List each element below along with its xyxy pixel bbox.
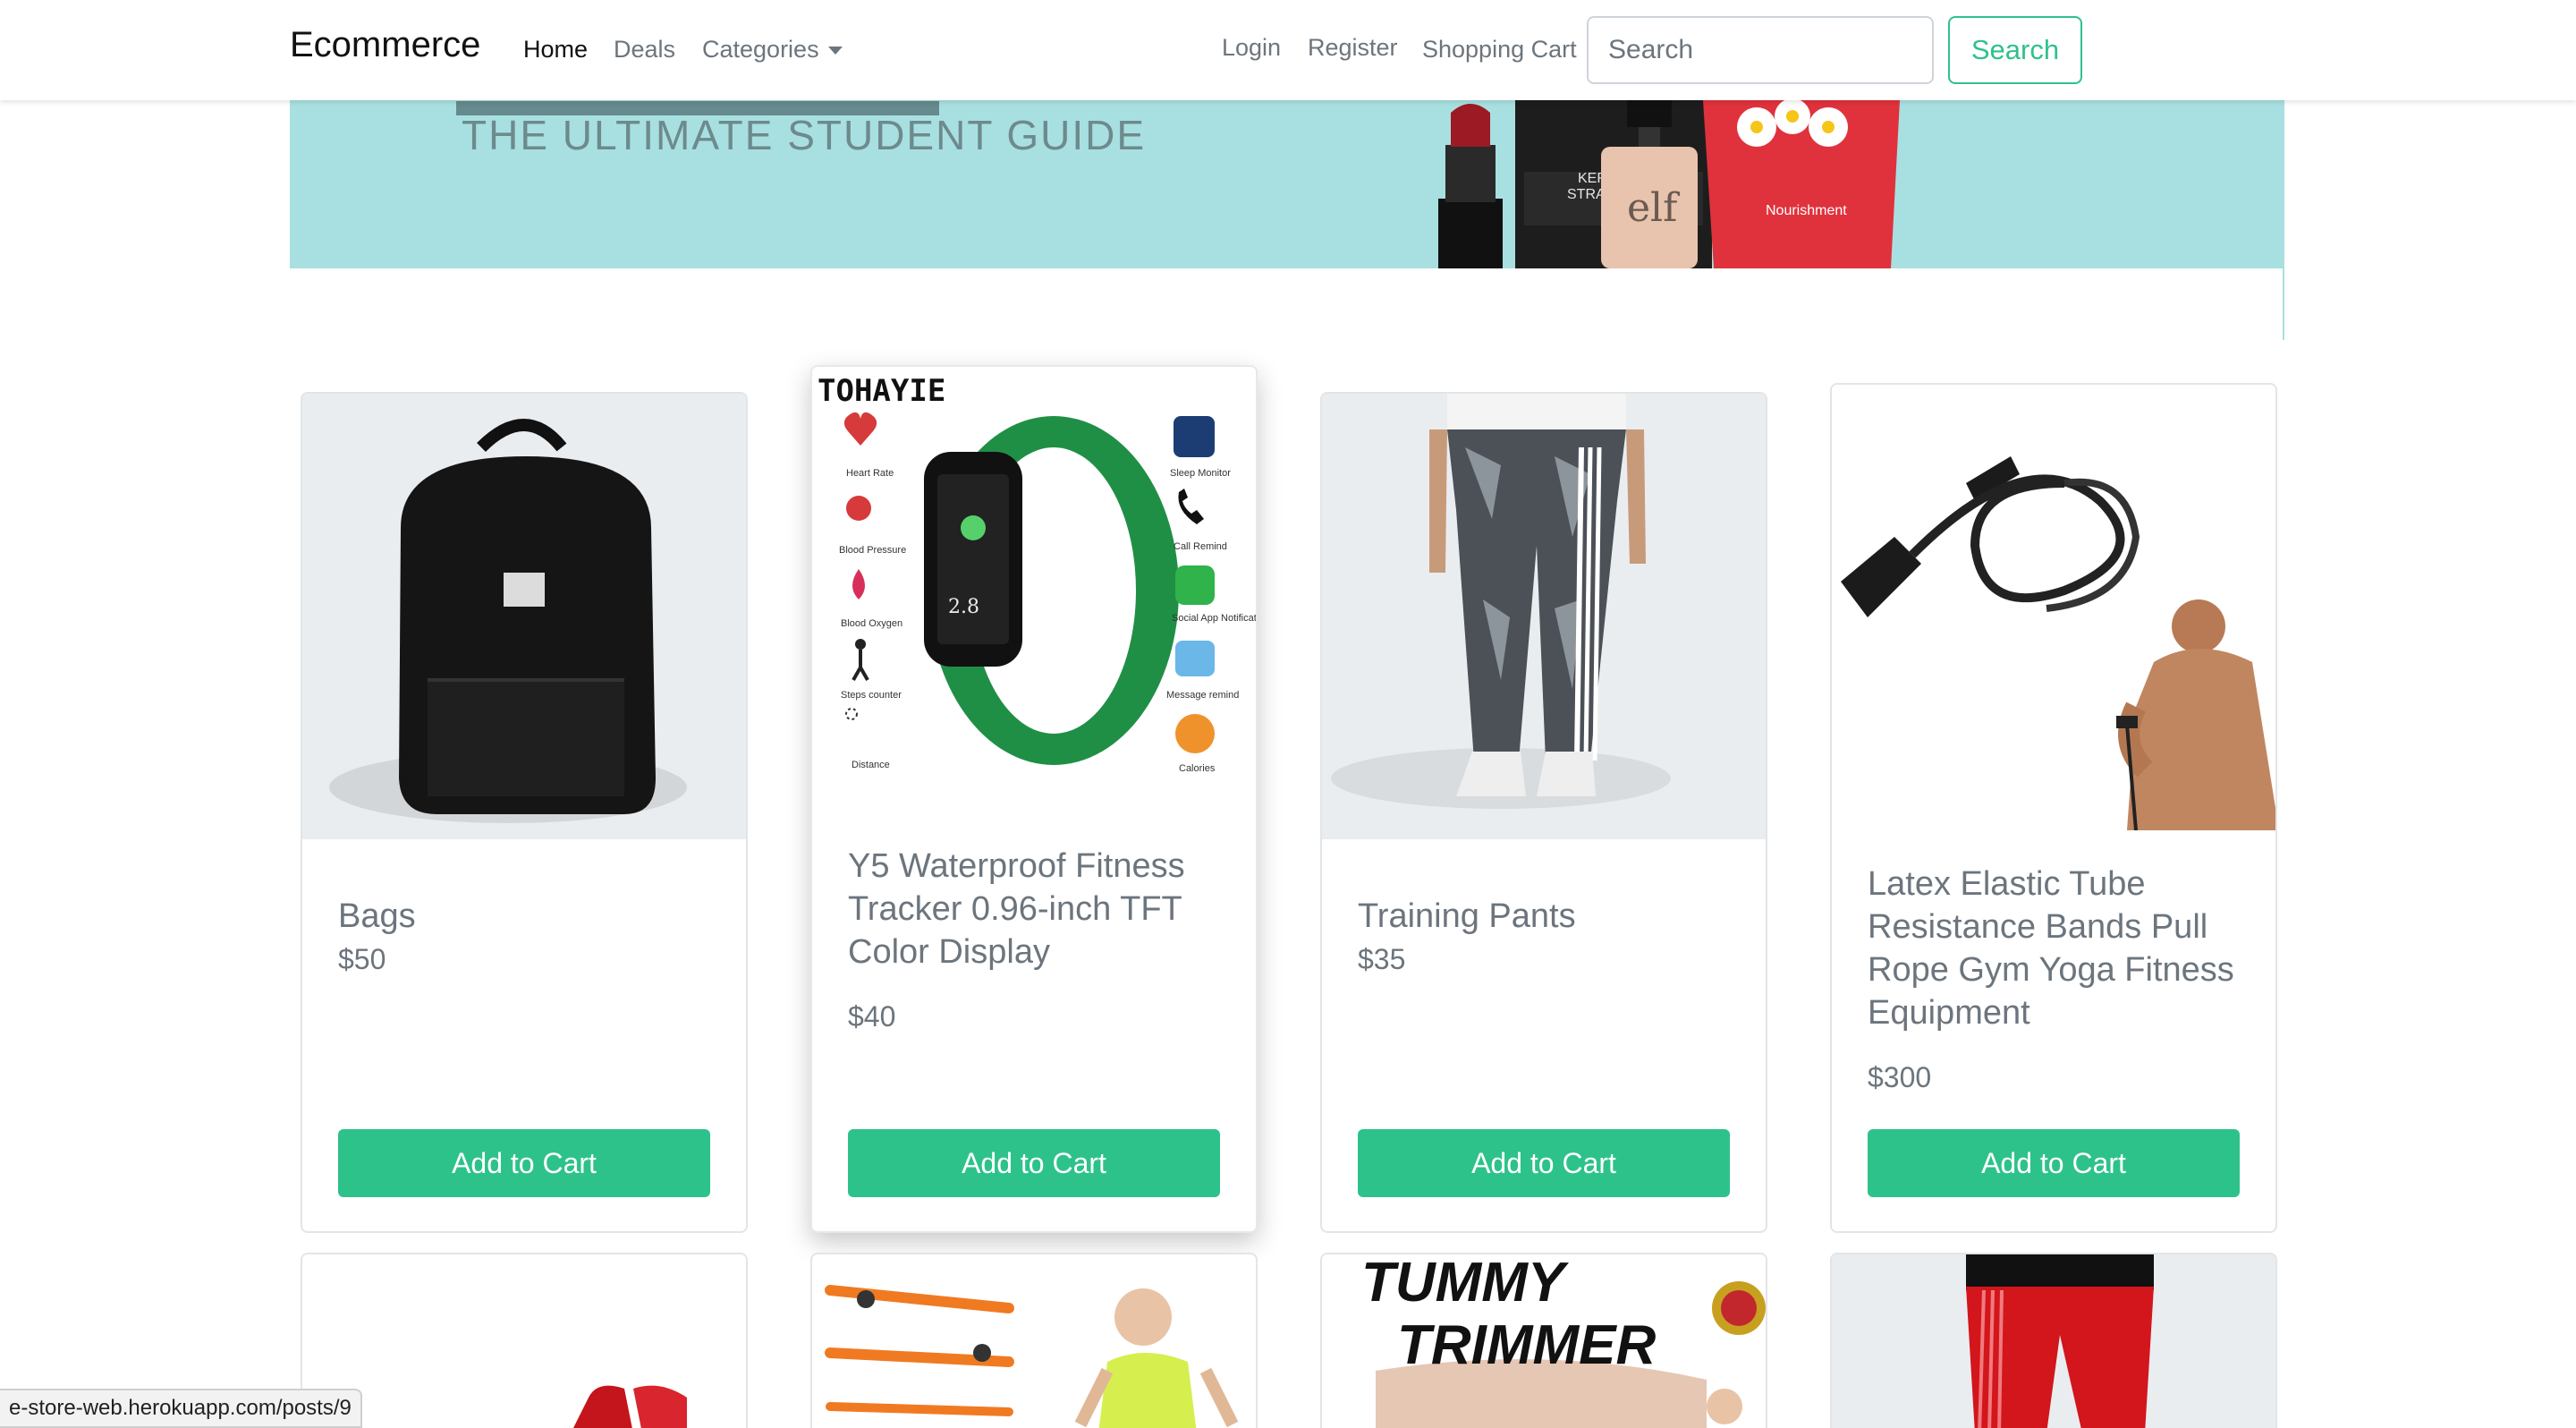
fitness-tracker-illustration: TOHAYIE 2.8 Heart Rate Blood Pressure Bl… xyxy=(818,373,1256,774)
add-to-cart-button[interactable]: Add to Cart xyxy=(848,1129,1220,1197)
product-image-exercise-bar[interactable] xyxy=(812,1254,1258,1428)
product-image-training-pants[interactable] xyxy=(1322,394,1766,839)
search-button[interactable]: Search xyxy=(1948,16,2082,84)
product-image-red-pants[interactable] xyxy=(1832,1254,2277,1428)
product-price: $50 xyxy=(338,943,386,975)
product-image-red-item[interactable] xyxy=(302,1254,748,1428)
product-image-backpack[interactable] xyxy=(302,394,746,839)
pouch-label: Nourishment xyxy=(1766,203,1847,218)
product-price: $35 xyxy=(1358,943,1406,975)
add-to-cart-button[interactable]: Add to Cart xyxy=(1358,1129,1730,1197)
nav-home[interactable]: Home xyxy=(523,36,588,64)
add-to-cart-button[interactable]: Add to Cart xyxy=(1868,1129,2240,1197)
tummy-trimmer-text-2: TRIMMER xyxy=(1397,1314,1657,1376)
navbar: Ecommerce Home Deals Categories Login Re… xyxy=(0,0,2576,100)
feature-blood-oxygen: Blood Oxygen xyxy=(841,618,902,629)
add-to-cart-button[interactable]: Add to Cart xyxy=(338,1129,710,1197)
chevron-down-icon xyxy=(827,47,843,55)
nav-deals[interactable]: Deals xyxy=(614,36,675,64)
feature-distance: Distance xyxy=(852,760,890,770)
status-bar-url: e-store-web.herokuapp.com/posts/9 xyxy=(0,1389,362,1428)
nav-register[interactable]: Register xyxy=(1308,34,1398,62)
search-input[interactable] xyxy=(1587,16,1934,84)
feature-call-remind: Call Remind xyxy=(1174,541,1227,552)
feature-blood-pressure: Blood Pressure xyxy=(839,545,906,556)
product-title[interactable]: Latex Elastic Tube Resistance Bands Pull… xyxy=(1868,863,2249,1034)
tummy-trimmer-text: TUMMY xyxy=(1361,1254,1570,1313)
product-card[interactable]: Bags $50 Add to Cart xyxy=(301,392,748,1233)
product-card[interactable] xyxy=(301,1253,748,1428)
product-card[interactable] xyxy=(1830,1253,2277,1428)
product-title[interactable]: Y5 Waterproof Fitness Tracker 0.96-inch … xyxy=(848,845,1229,973)
feature-social-app: Social App Notification xyxy=(1172,613,1256,624)
product-price: $300 xyxy=(1868,1061,1932,1093)
product-image-fitness-tracker[interactable]: TOHAYIE 2.8 Heart Rate Blood Pressure Bl… xyxy=(812,367,1256,796)
backpack-illustration xyxy=(329,419,687,823)
hero-banner[interactable]: THE ULTIMATE STUDENT GUIDE KERATIN STRAI… xyxy=(290,100,2284,268)
tracker-screen-value: 2.8 xyxy=(948,596,979,618)
feature-message-remind: Message remind xyxy=(1166,690,1239,701)
feature-calories: Calories xyxy=(1179,763,1216,774)
feature-sleep-monitor: Sleep Monitor xyxy=(1170,468,1231,479)
product-price: $40 xyxy=(848,1000,896,1033)
cosmetics-illustration: KERATIN STRAIGHTEN elf Nourishment xyxy=(1438,100,1900,268)
product-title[interactable]: Bags xyxy=(338,895,719,938)
product-image-tummy-trimmer[interactable]: TUMMY TRIMMER xyxy=(1322,1254,1767,1428)
product-title[interactable]: Training Pants xyxy=(1358,895,1739,938)
resistance-bands-illustration xyxy=(1841,456,2275,830)
nav-categories-label: Categories xyxy=(702,36,819,63)
product-card[interactable] xyxy=(810,1253,1258,1428)
banner-edge-line xyxy=(2283,268,2284,340)
training-pants-illustration xyxy=(1331,394,1671,809)
product-card[interactable]: Training Pants $35 Add to Cart xyxy=(1320,392,1767,1233)
banner-subtitle: THE ULTIMATE STUDENT GUIDE xyxy=(462,112,1147,158)
brand-logo[interactable]: Ecommerce xyxy=(290,25,480,65)
nav-shopping-cart[interactable]: Shopping Cart xyxy=(1422,36,1577,64)
tracker-brand: TOHAYIE xyxy=(818,373,945,409)
nav-categories-dropdown[interactable]: Categories xyxy=(702,36,843,64)
feature-heart-rate: Heart Rate xyxy=(846,468,894,479)
bottle-label: elf xyxy=(1627,185,1680,231)
product-image-resistance-bands[interactable] xyxy=(1832,385,2275,830)
product-card[interactable]: TUMMY TRIMMER xyxy=(1320,1253,1767,1428)
nav-login[interactable]: Login xyxy=(1222,34,1281,62)
product-card[interactable]: Latex Elastic Tube Resistance Bands Pull… xyxy=(1830,383,2277,1233)
feature-steps: Steps counter xyxy=(841,690,902,701)
product-card[interactable]: TOHAYIE 2.8 Heart Rate Blood Pressure Bl… xyxy=(810,365,1258,1233)
